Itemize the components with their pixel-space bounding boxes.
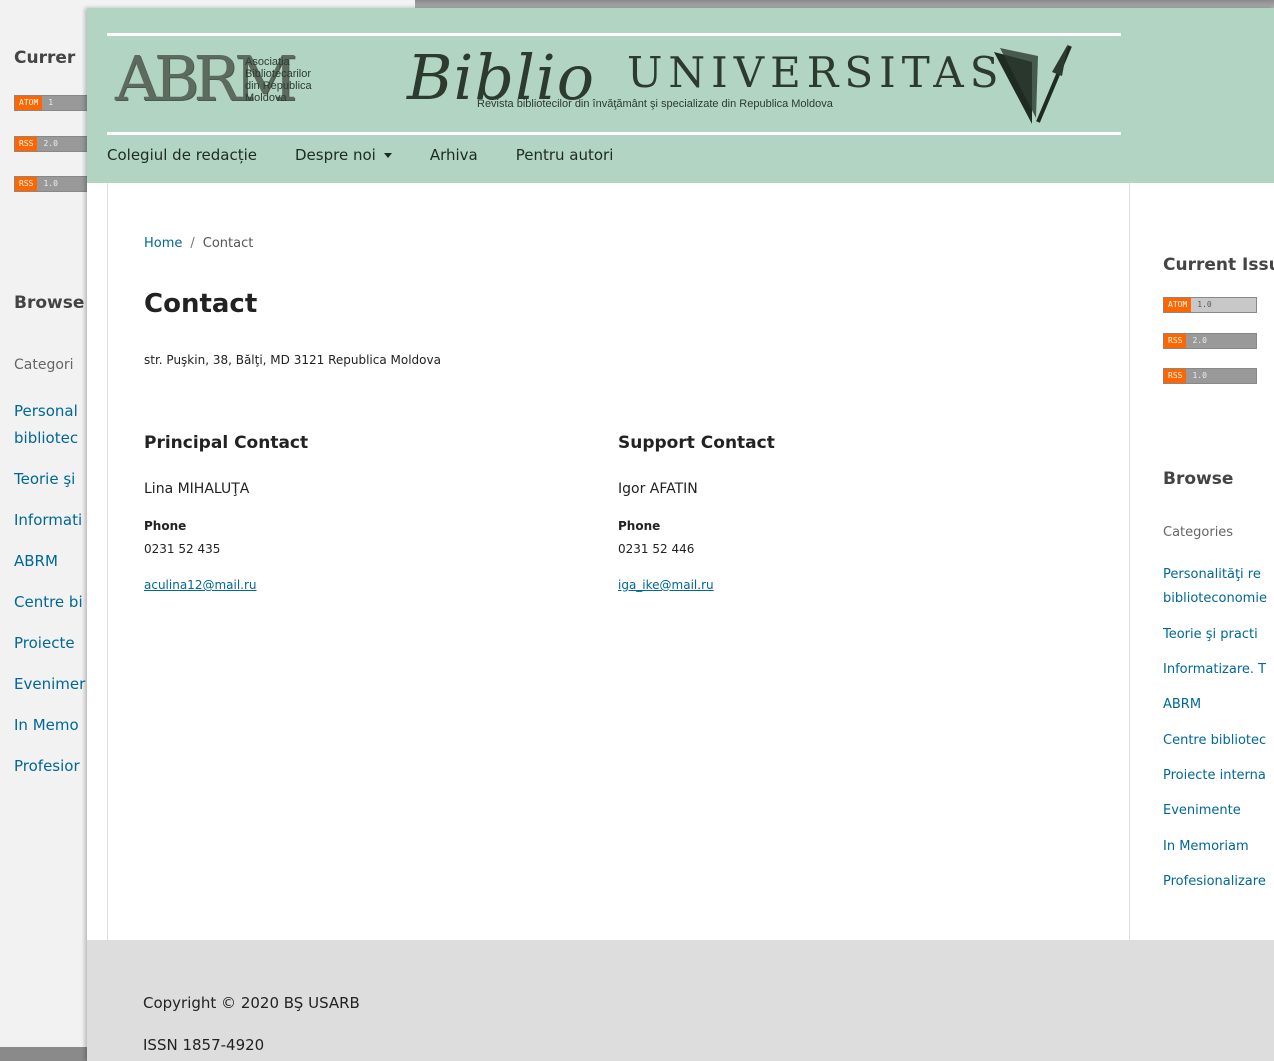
bg-category-link[interactable]: Informati: [14, 511, 82, 529]
browse-title: Browse: [1163, 469, 1234, 489]
breadcrumb-separator: /: [190, 236, 195, 251]
principal-email-link[interactable]: aculina12@mail.ru: [144, 578, 257, 592]
browser-window: ABRM Asociația Bibliotecarilor din Repub…: [87, 8, 1274, 1061]
support-contact: Support Contact Igor AFATIN Phone 0231 5…: [618, 433, 1018, 592]
book-quill-icon: [994, 44, 1072, 124]
feed-badge-type: ATOM: [1164, 298, 1192, 312]
feed-badge-type: ATOM: [15, 96, 43, 110]
categories-label: Categories: [1163, 525, 1234, 540]
nav-item-arhiva[interactable]: Arhiva: [430, 146, 478, 164]
support-email-link[interactable]: iga_ike@mail.ru: [618, 578, 714, 592]
principal-phone: 0231 52 435: [144, 542, 221, 556]
feed-badge-type: RSS: [15, 177, 38, 191]
bg-category-link[interactable]: Centre bi: [14, 593, 83, 611]
bg-category-link[interactable]: ABRM: [14, 552, 58, 570]
abrm-caption-line: din Republica: [245, 80, 312, 92]
bg-category-link[interactable]: Proiecte: [14, 634, 75, 652]
main-nav: Colegiul de redacție Despre noi Arhiva P…: [107, 146, 651, 164]
support-phone-label: Phone: [618, 519, 661, 533]
category-link[interactable]: In Memoriam: [1163, 839, 1249, 854]
background-window-bottombar: [0, 1047, 100, 1061]
abrm-caption-line: Bibliotecarilor: [245, 68, 312, 80]
breadcrumb-current: Contact: [202, 236, 254, 251]
category-link[interactable]: Profesionalizare: [1163, 874, 1266, 889]
category-link[interactable]: Teorie şi practi: [1163, 627, 1258, 642]
nav-item-despre-noi[interactable]: Despre noi: [295, 146, 392, 164]
bg-category-link[interactable]: bibliotec: [14, 429, 78, 447]
bg-category-link[interactable]: In Memo: [14, 716, 79, 734]
principal-contact: Principal Contact Lina MIHALUŢA Phone 02…: [144, 433, 544, 592]
abrm-caption-line: Moldova: [245, 92, 287, 104]
category-link[interactable]: Evenimente: [1163, 803, 1241, 818]
site-footer: Copyright © 2020 BŞ USARB ISSN 1857-4920: [87, 940, 1274, 1061]
breadcrumb: Home / Contact: [144, 236, 253, 251]
abrm-caption-line: Asociația: [245, 56, 290, 68]
right-sidebar: Current Issu ATOM 1.0 RSS 2.0 RSS 1.0 Brows…: [1163, 183, 1274, 940]
principal-contact-heading: Principal Contact: [144, 433, 309, 453]
chevron-down-icon: [383, 153, 392, 158]
principal-phone-label: Phone: [144, 519, 187, 533]
principal-contact-name: Lina MIHALUŢA: [144, 481, 250, 497]
bg-rss1-feed-badge[interactable]: RSS 1.0: [14, 176, 108, 192]
nav-item-pentru-autori[interactable]: Pentru autori: [516, 146, 614, 164]
feed-badge-type: RSS: [15, 137, 38, 151]
feed-badge-type: RSS: [1164, 369, 1187, 383]
issn-text: ISSN 1857-4920: [143, 1036, 265, 1054]
rss1-feed-badge[interactable]: RSS 1.0: [1163, 368, 1257, 384]
feed-badge-version: 2.0: [1186, 334, 1256, 348]
page-title: Contact: [144, 289, 258, 319]
abrm-logo-caption: Asociația Bibliotecarilor din Republica …: [245, 56, 312, 104]
nav-item-colegiul[interactable]: Colegiul de redacție: [107, 146, 257, 164]
current-issue-title: Current Issu: [1163, 255, 1274, 275]
main-content: Home / Contact Contact str. Puşkin, 38, Bă…: [107, 183, 1130, 940]
category-link[interactable]: ABRM: [1163, 697, 1201, 712]
mailing-address: str. Puşkin, 38, Bălţi, MD 3121 Republic…: [144, 353, 441, 367]
banner-tagline: Revista bibliotecilor din învăţământ şi …: [477, 98, 833, 110]
support-contact-name: Igor AFATIN: [618, 481, 698, 497]
site-header: ABRM Asociația Bibliotecarilor din Repub…: [87, 8, 1274, 183]
bg-browse-title: Browse: [14, 293, 85, 313]
universitas-logotype: UNIVERSITAS: [627, 48, 1005, 97]
category-link[interactable]: Personalităţi re: [1163, 567, 1261, 582]
bg-rss2-feed-badge[interactable]: RSS 2.0: [14, 136, 108, 152]
feed-badge-version: 1.0: [1191, 298, 1256, 312]
category-link[interactable]: biblioteconomie: [1163, 591, 1267, 606]
journal-banner[interactable]: ABRM Asociația Bibliotecarilor din Repub…: [107, 33, 1121, 135]
support-contact-heading: Support Contact: [618, 433, 775, 453]
nav-item-label: Despre noi: [295, 146, 376, 164]
rss2-feed-badge[interactable]: RSS 2.0: [1163, 333, 1257, 349]
category-link[interactable]: Informatizare. T: [1163, 662, 1266, 677]
bg-category-link[interactable]: Teorie şi: [14, 470, 75, 488]
bg-current-issue-title: Currer: [14, 48, 76, 68]
bg-category-link[interactable]: Profesior: [14, 757, 80, 775]
category-link[interactable]: Centre bibliotec: [1163, 733, 1266, 748]
bg-category-link[interactable]: Personal: [14, 402, 78, 420]
support-phone: 0231 52 446: [618, 542, 695, 556]
atom-feed-badge[interactable]: ATOM 1.0: [1163, 297, 1257, 313]
category-link[interactable]: Proiecte interna: [1163, 768, 1266, 783]
bg-atom-feed-badge[interactable]: ATOM 1: [14, 95, 108, 111]
bg-categories-label: Categori: [14, 357, 74, 373]
feed-badge-version: 1.0: [1186, 369, 1256, 383]
feed-badge-type: RSS: [1164, 334, 1187, 348]
copyright-text: Copyright © 2020 BŞ USARB: [143, 994, 360, 1012]
breadcrumb-home-link[interactable]: Home: [144, 236, 182, 251]
bg-category-link[interactable]: Evenimer: [14, 675, 85, 693]
